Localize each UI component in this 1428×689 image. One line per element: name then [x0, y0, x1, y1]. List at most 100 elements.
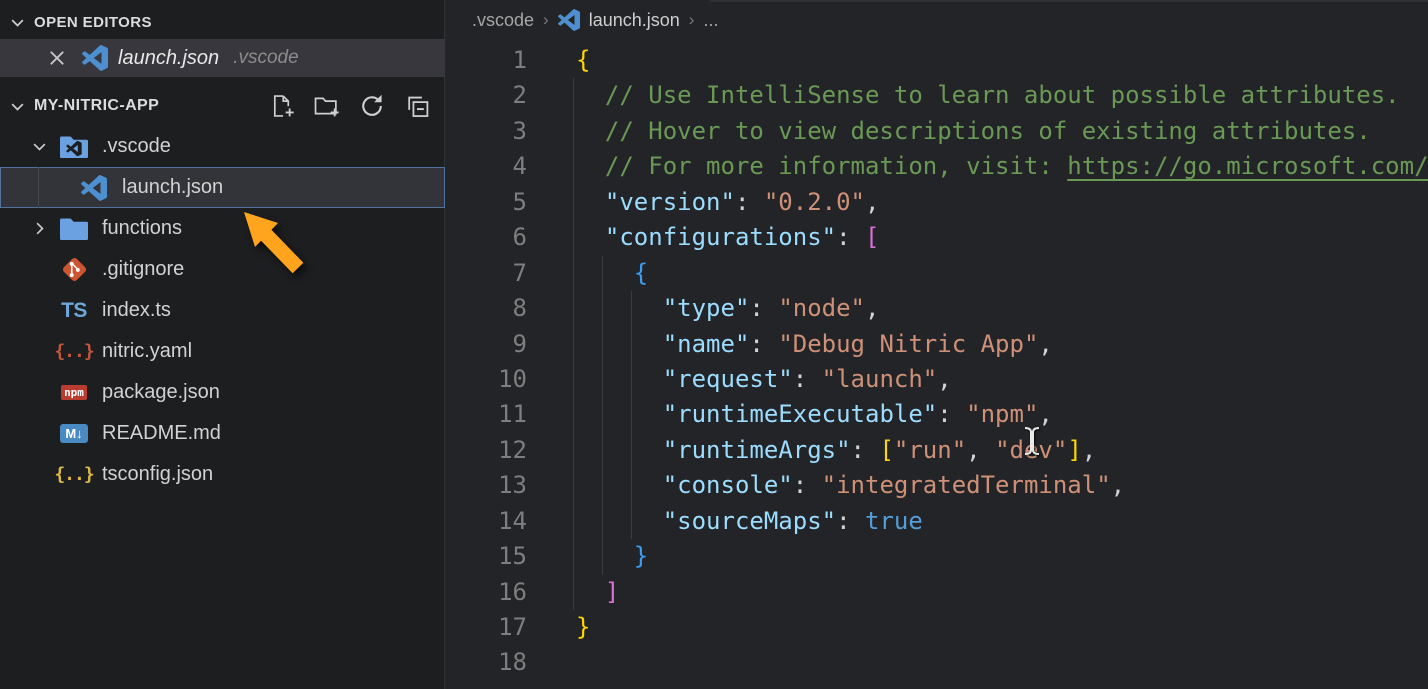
line-number: 18: [446, 645, 527, 680]
explorer-toolbar: [268, 93, 430, 120]
braces-red-icon: {..}: [58, 341, 90, 362]
line-number: 14: [446, 504, 527, 539]
close-icon[interactable]: [46, 47, 68, 69]
open-editor-file-folder: .vscode: [233, 47, 298, 69]
code-line[interactable]: 18: [446, 645, 1428, 680]
tree-item-label: package.json: [102, 381, 220, 404]
line-number: 7: [446, 256, 527, 291]
tree-item-label: .gitignore: [102, 258, 184, 281]
tree-item-launch-json[interactable]: launch.json: [0, 167, 445, 208]
tree-item-index-ts[interactable]: TSindex.ts: [0, 290, 445, 331]
code-text: "runtimeArgs": ["run", "dev"],: [576, 433, 1096, 468]
line-number: 10: [446, 362, 527, 397]
chevron-right-icon: ›: [689, 10, 695, 30]
code-text: {: [576, 43, 590, 78]
code-line[interactable]: 11 "runtimeExecutable": "npm",: [446, 397, 1428, 432]
line-number: 13: [446, 468, 527, 503]
vscode-logo-icon: [78, 175, 110, 201]
code-line[interactable]: 5 "version": "0.2.0",: [446, 185, 1428, 220]
line-number: 16: [446, 575, 527, 610]
code-text: {: [576, 256, 648, 291]
tree-item-label: .vscode: [102, 135, 171, 158]
code-line[interactable]: 17}: [446, 610, 1428, 645]
tree-item-vscode[interactable]: .vscode: [0, 126, 445, 167]
line-number: 15: [446, 539, 527, 574]
tree-item-label: launch.json: [122, 176, 223, 199]
breadcrumb-folder[interactable]: .vscode: [472, 10, 534, 31]
code-line[interactable]: 3 // Hover to view descriptions of exist…: [446, 114, 1428, 149]
tree-item-functions[interactable]: functions: [0, 208, 445, 249]
tree-item-package-json[interactable]: npm package.json: [0, 372, 445, 413]
code-text: // Use IntelliSense to learn about possi…: [576, 78, 1400, 113]
refresh-button[interactable]: [358, 93, 385, 120]
code-line[interactable]: 1{: [446, 43, 1428, 78]
code-line[interactable]: 4 // For more information, visit: https:…: [446, 149, 1428, 184]
tree-item-readme-md[interactable]: M↓ README.md: [0, 413, 445, 454]
chevron-right-icon[interactable]: [30, 219, 58, 238]
line-number: 2: [446, 78, 527, 113]
new-file-button[interactable]: [268, 93, 295, 120]
code-editor[interactable]: 1{2 // Use IntelliSense to learn about p…: [446, 40, 1428, 681]
line-number: 5: [446, 185, 527, 220]
code-text: }: [576, 610, 590, 645]
code-text: "sourceMaps": true: [576, 504, 923, 539]
line-number: 17: [446, 610, 527, 645]
line-number: 4: [446, 149, 527, 184]
chevron-down-icon: [8, 13, 34, 32]
breadcrumb-file[interactable]: launch.json: [589, 10, 680, 31]
line-number: 9: [446, 327, 527, 362]
tree-indent-guide: [38, 167, 39, 208]
project-section-header[interactable]: MY-NITRIC-APP: [0, 88, 444, 124]
chevron-right-icon: ›: [543, 10, 549, 30]
line-number: 1: [446, 43, 527, 78]
code-line[interactable]: 7 {: [446, 256, 1428, 291]
code-line[interactable]: 2 // Use IntelliSense to learn about pos…: [446, 78, 1428, 113]
open-editors-section-header[interactable]: OPEN EDITORS: [0, 6, 444, 38]
code-text: "name": "Debug Nitric App",: [576, 327, 1053, 362]
code-line[interactable]: 14 "sourceMaps": true: [446, 504, 1428, 539]
breadcrumb-symbol[interactable]: ...: [703, 10, 718, 31]
line-number: 12: [446, 433, 527, 468]
tree-item-nitric-yaml[interactable]: {..}nitric.yaml: [0, 331, 445, 372]
code-text: "runtimeExecutable": "npm",: [576, 397, 1053, 432]
code-line[interactable]: 8 "type": "node",: [446, 291, 1428, 326]
code-line[interactable]: 12 "runtimeArgs": ["run", "dev"],: [446, 433, 1428, 468]
code-text: // For more information, visit: https://…: [576, 149, 1428, 184]
chevron-down-icon: [8, 97, 34, 116]
code-text: "configurations": [: [576, 220, 879, 255]
open-editors-title: OPEN EDITORS: [34, 14, 152, 31]
markdown-icon: M↓: [58, 424, 90, 443]
code-text: ]: [576, 575, 619, 610]
open-editor-item-launch-json[interactable]: launch.json .vscode: [0, 39, 445, 77]
new-folder-button[interactable]: [313, 93, 340, 120]
breadcrumb: .vscode › launch.json › ...: [446, 0, 1428, 40]
npm-icon: npm: [58, 385, 90, 400]
chevron-down-icon[interactable]: [30, 137, 58, 156]
tree-item-label: tsconfig.json: [102, 463, 213, 486]
editor-pane: .vscode › launch.json › ... 1{2 // Use I…: [446, 0, 1428, 689]
code-line[interactable]: 15 }: [446, 539, 1428, 574]
tree-item-gitignore[interactable]: .gitignore: [0, 249, 445, 290]
code-text: "type": "node",: [576, 291, 879, 326]
ts-icon: TS: [58, 299, 90, 323]
line-number: 11: [446, 397, 527, 432]
code-text: "version": "0.2.0",: [576, 185, 879, 220]
vscode-window: OPEN EDITORS launch.json .vscode MY-NITR…: [0, 0, 1428, 689]
code-line[interactable]: 16 ]: [446, 575, 1428, 610]
code-text: // Hover to view descriptions of existin…: [576, 114, 1371, 149]
file-tree: .vscode launch.json functions .gitignore TSi…: [0, 126, 445, 495]
explorer-sidebar: OPEN EDITORS launch.json .vscode MY-NITR…: [0, 0, 445, 689]
code-line[interactable]: 6 "configurations": [: [446, 220, 1428, 255]
tree-item-label: README.md: [102, 422, 221, 445]
tree-item-tsconfig-json[interactable]: {..} tsconfig.json: [0, 454, 445, 495]
collapse-all-button[interactable]: [403, 93, 430, 120]
code-line[interactable]: 10 "request": "launch",: [446, 362, 1428, 397]
vscode-file-icon: [82, 45, 108, 71]
code-line[interactable]: 13 "console": "integratedTerminal",: [446, 468, 1428, 503]
tree-item-label: functions: [102, 217, 182, 240]
line-number: 8: [446, 291, 527, 326]
open-editor-file-name: launch.json: [118, 47, 219, 70]
code-line[interactable]: 9 "name": "Debug Nitric App",: [446, 327, 1428, 362]
code-text: "request": "launch",: [576, 362, 952, 397]
braces-yellow-icon: {..}: [58, 464, 90, 485]
